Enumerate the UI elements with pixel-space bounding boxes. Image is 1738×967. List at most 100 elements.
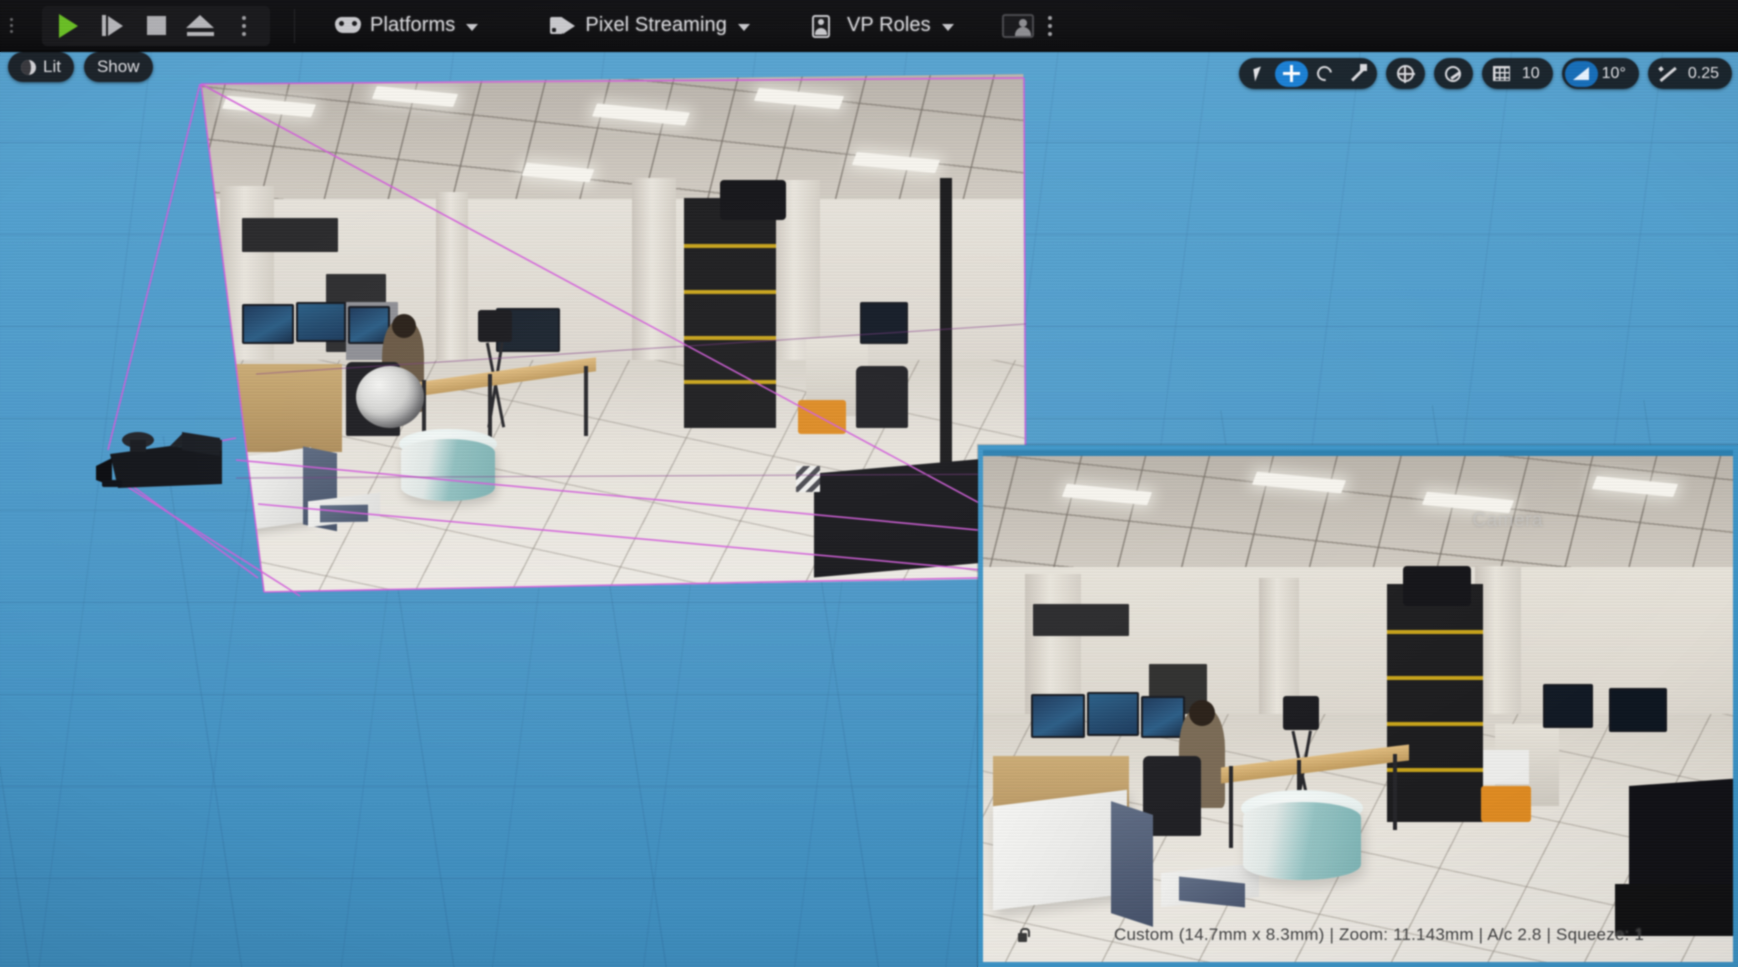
- office-chair-right: [856, 366, 908, 428]
- rack-shelf: [684, 290, 776, 294]
- vp-roles-menu-label: VP Roles: [846, 14, 931, 36]
- pip-camera-label: Camera: [1472, 510, 1543, 531]
- surface-snap-icon: [1445, 65, 1462, 82]
- chevron-down-icon: [466, 23, 479, 31]
- surface-snap-toggle[interactable]: [1437, 61, 1470, 87]
- scale-gizmo-icon: [1349, 64, 1367, 82]
- plate-image: [201, 74, 1025, 592]
- kebab-dot: [9, 24, 13, 27]
- world-space-toggle[interactable]: [1389, 61, 1422, 87]
- monitor: [296, 302, 346, 342]
- show-menu-button[interactable]: Show: [83, 52, 153, 82]
- pip-monitor-far-right: [1609, 688, 1667, 732]
- angle-snap-value[interactable]: 10°: [1598, 61, 1636, 87]
- pip-orange-toolbox: [1481, 786, 1531, 822]
- monitor: [242, 304, 294, 344]
- select-tool-button[interactable]: [1242, 61, 1275, 87]
- cg-sphere[interactable]: [356, 366, 424, 428]
- vp-roles-menu[interactable]: VP Roles: [798, 4, 968, 48]
- lit-mode-icon: [21, 59, 36, 75]
- monitor-cart: [814, 458, 986, 578]
- screen-root: Platforms Pixel Streaming VP Roles Lit S…: [0, 0, 1738, 967]
- pip-cg-cube-face: [1111, 801, 1153, 927]
- globe-icon: [1396, 65, 1415, 83]
- scale-snap-group: 0.25: [1647, 58, 1732, 89]
- ruler-icon: [1658, 65, 1676, 83]
- platforms-menu[interactable]: Platforms: [321, 4, 492, 48]
- pip-white-box: [1483, 750, 1529, 784]
- view-mode-label: Lit: [43, 57, 61, 76]
- person-head: [392, 314, 416, 338]
- rotate-tool-button[interactable]: [1308, 61, 1341, 87]
- grid-snap-toggle[interactable]: [1485, 61, 1518, 87]
- editor-toolbar: Platforms Pixel Streaming VP Roles: [0, 0, 1738, 52]
- monitor-right: [860, 302, 908, 344]
- eject-button[interactable]: [178, 7, 222, 45]
- equipment-rack: [684, 198, 776, 428]
- pip-black-panel: [1629, 778, 1733, 898]
- composited-plate[interactable]: [196, 74, 1030, 594]
- pip-cg-cylinder: [1243, 802, 1361, 880]
- pip-table-leg: [1393, 754, 1397, 830]
- transport-controls: [42, 5, 270, 46]
- cine-camera-actor[interactable]: [96, 410, 246, 490]
- play-button[interactable]: [46, 7, 90, 45]
- kebab-menu-icon: [242, 15, 246, 36]
- level-viewport[interactable]: Lit Show 10 10° 0.25 Camera Custom (14.7…: [0, 50, 1738, 967]
- session-button[interactable]: [996, 4, 1040, 48]
- angle-snap-group: 10°: [1561, 58, 1639, 89]
- transport-more-button[interactable]: [222, 7, 266, 45]
- room-photo: [201, 74, 1025, 592]
- user-card-icon: [1001, 13, 1034, 38]
- pip-person-head: [1189, 700, 1215, 726]
- cg-cylinder[interactable]: [401, 439, 495, 501]
- pip-status-text: Custom (14.7mm x 8.3mm) | Zoom: 11.143mm…: [1114, 925, 1645, 944]
- transform-tool-group: [1238, 58, 1377, 89]
- skip-button[interactable]: [90, 7, 134, 45]
- kebab-dot: [9, 18, 13, 21]
- pip-status-bar: Custom (14.7mm x 8.3mm) | Zoom: 11.143mm…: [983, 922, 1733, 948]
- scale-snap-value[interactable]: 0.25: [1684, 61, 1729, 87]
- rack-shelf: [684, 244, 776, 248]
- pip-monitor-right: [1543, 684, 1593, 728]
- viewport-transform-toolbar: 10 10° 0.25: [1238, 58, 1732, 89]
- platforms-menu-label: Platforms: [370, 14, 456, 36]
- view-mode-button[interactable]: Lit: [8, 52, 74, 82]
- move-gizmo-icon: [1282, 65, 1300, 82]
- scale-tool-button[interactable]: [1341, 61, 1374, 87]
- pip-rack-shelf: [1387, 676, 1483, 680]
- eject-icon: [186, 15, 214, 36]
- pip-rack-shelf: [1387, 722, 1483, 726]
- orange-toolbox: [798, 400, 846, 434]
- move-tool-button[interactable]: [1274, 60, 1308, 87]
- pixel-streaming-menu[interactable]: Pixel Streaming: [536, 4, 764, 48]
- play-icon: [58, 13, 78, 38]
- angle-snap-toggle[interactable]: [1564, 60, 1598, 87]
- floor-marker: [796, 466, 820, 492]
- pip-render: Camera Custom (14.7mm x 8.3mm) | Zoom: 1…: [983, 456, 1733, 962]
- cursor-icon: [1253, 66, 1263, 81]
- stop-button[interactable]: [134, 7, 178, 45]
- pip-cg-cube: [993, 789, 1127, 911]
- pip-rack-camera: [1403, 566, 1471, 606]
- pip-tripod-camera: [1283, 696, 1319, 730]
- camera-preview-pip[interactable]: Camera Custom (14.7mm x 8.3mm) | Zoom: 1…: [978, 445, 1738, 967]
- pip-monitor: [1087, 692, 1139, 736]
- angle-icon: [1573, 67, 1590, 80]
- pip-wall-vent: [1033, 604, 1129, 636]
- wall-vent: [242, 218, 338, 252]
- lock-icon: [1017, 927, 1030, 943]
- viewport-left-buttons: Lit Show: [8, 52, 153, 82]
- id-badge-icon: [811, 14, 838, 38]
- chevron-down-icon: [737, 23, 750, 31]
- rack-shelf: [684, 336, 776, 340]
- surface-snap-group: [1433, 58, 1473, 89]
- grid-snap-value[interactable]: 10: [1518, 61, 1550, 87]
- kebab-menu-icon: [1047, 15, 1052, 36]
- show-menu-label: Show: [96, 57, 140, 76]
- table-leg: [584, 366, 588, 436]
- toolbar-overflow-left-icon[interactable]: [2, 18, 20, 33]
- toolbar-overflow-right-button[interactable]: [1040, 4, 1060, 48]
- scale-snap-toggle[interactable]: [1651, 61, 1684, 87]
- grid-snap-group: 10: [1481, 58, 1553, 89]
